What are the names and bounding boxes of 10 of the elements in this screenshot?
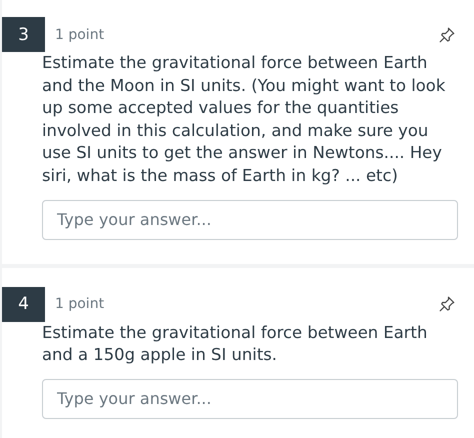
question-number: 3 [2,17,45,52]
points-label: 1 point [55,296,106,312]
pin-icon[interactable] [438,295,456,314]
pin-icon[interactable] [438,26,456,44]
question-text: Estimate the gravitational force between Earth and a 150g apple in SI units. [42,322,428,366]
answer-field[interactable]: Type your answer... [42,378,458,419]
question-text: Estimate the gravitational force between Earth and the Moon in SI units. (You might want to look up some accepted values for the quantities involved in this calculation, and make sure you use SI units to get the answer in Newtons.... Hey siri, what is the mass of Earth in kg? ... etc) [42,52,446,187]
question-number: 4 [2,286,45,322]
answer-field[interactable]: Type your answer... [42,200,458,240]
points-label: 1 point [55,26,106,42]
